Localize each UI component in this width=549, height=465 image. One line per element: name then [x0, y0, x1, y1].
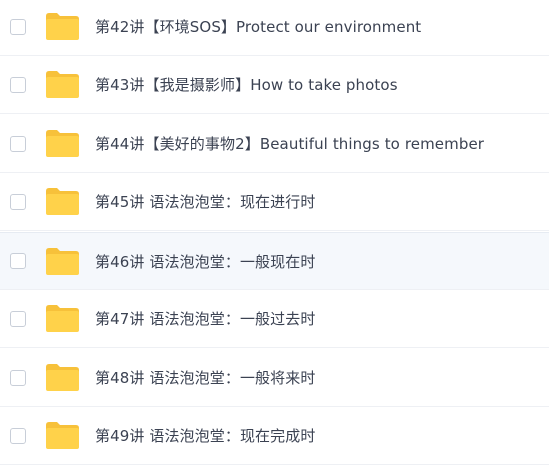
item-name[interactable]: 第43讲【我是摄影师】How to take photos — [95, 74, 398, 95]
folder-icon — [45, 70, 80, 99]
row-checkbox[interactable] — [10, 76, 26, 93]
list-item[interactable]: 第43讲【我是摄影师】How to take photos — [0, 56, 549, 114]
folder-icon — [45, 187, 80, 216]
item-name[interactable]: 第46讲 语法泡泡堂：一般现在时 — [95, 251, 315, 272]
item-name[interactable]: 第42讲【环境SOS】Protect our environment — [95, 16, 421, 37]
row-checkbox[interactable] — [10, 310, 26, 327]
folder-icon — [45, 12, 80, 41]
list-item[interactable]: 第47讲 语法泡泡堂：一般过去时 — [0, 290, 549, 348]
row-checkbox[interactable] — [10, 369, 26, 386]
folder-icon — [45, 247, 80, 276]
folder-icon — [45, 421, 80, 450]
item-name[interactable]: 第49讲 语法泡泡堂：现在完成时 — [95, 425, 315, 446]
list-item[interactable]: 第44讲【美好的事物2】Beautiful things to remember — [0, 115, 549, 173]
folder-icon — [45, 129, 80, 158]
list-item[interactable]: 第48讲 语法泡泡堂：一般将来时 — [0, 349, 549, 407]
list-item[interactable]: 第49讲 语法泡泡堂：现在完成时 — [0, 407, 549, 465]
item-name[interactable]: 第47讲 语法泡泡堂：一般过去时 — [95, 308, 315, 329]
item-name[interactable]: 第44讲【美好的事物2】Beautiful things to remember — [95, 133, 484, 154]
row-checkbox[interactable] — [10, 18, 26, 35]
list-item[interactable]: 第46讲 语法泡泡堂：一般现在时 — [0, 232, 549, 290]
item-name[interactable]: 第45讲 语法泡泡堂：现在进行时 — [95, 191, 315, 212]
folder-icon — [45, 304, 80, 333]
list-item[interactable]: 第42讲【环境SOS】Protect our environment — [0, 0, 549, 56]
item-name[interactable]: 第48讲 语法泡泡堂：一般将来时 — [95, 367, 315, 388]
row-checkbox[interactable] — [10, 427, 26, 444]
row-checkbox[interactable] — [10, 135, 26, 152]
folder-icon — [45, 363, 80, 392]
list-item[interactable]: 第45讲 语法泡泡堂：现在进行时 — [0, 173, 549, 231]
row-checkbox[interactable] — [10, 253, 26, 269]
row-checkbox[interactable] — [10, 193, 26, 210]
file-list: 第42讲【环境SOS】Protect our environment 第43讲【… — [0, 0, 549, 465]
